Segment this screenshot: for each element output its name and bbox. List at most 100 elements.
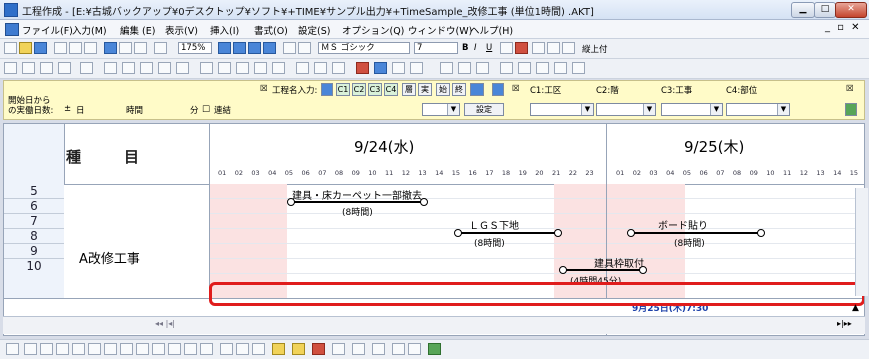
task-start-node[interactable] [559,266,567,274]
font-size-select[interactable]: 7 [414,42,458,54]
group-icon[interactable] [476,62,489,74]
chart-icon[interactable] [119,42,132,54]
right-arrow-icon[interactable] [168,343,181,355]
vertical-text-label[interactable]: 縦上付 [582,43,608,55]
scroll-left-icon[interactable]: ◂◂ |◂| [155,319,175,328]
cut-icon[interactable] [104,62,117,74]
row-number[interactable]: 7 [4,214,64,229]
row-number[interactable]: 10 [4,259,64,299]
frame-icon[interactable] [428,343,441,355]
camera-icon[interactable] [154,42,167,54]
zoom-out-icon[interactable] [248,42,261,54]
text-box-icon[interactable] [298,42,311,54]
shadow-icon[interactable] [392,343,405,355]
line-type-icon[interactable] [296,62,309,74]
menu-settings[interactable]: 設定(S) [298,23,330,37]
image-icon[interactable] [220,343,233,355]
layout-2-icon[interactable] [518,62,531,74]
start-button[interactable]: 始 [436,83,450,96]
task-label[interactable]: ボード貼り [658,217,708,232]
bold-button[interactable]: B [462,43,468,53]
fill-icon[interactable] [292,343,305,355]
settings-button[interactable]: 設定 [464,103,504,116]
text-color-icon-2[interactable] [312,343,325,355]
calc-grid-icon[interactable] [492,83,504,96]
open-folder-icon[interactable] [19,42,32,54]
task-label[interactable]: ＬＧＳ下地 [469,217,519,232]
paste-icon[interactable] [122,62,135,74]
task-end-node[interactable] [420,198,428,206]
task-start-node[interactable] [454,229,462,237]
pen-icon[interactable] [272,343,285,355]
select-icon[interactable] [6,343,19,355]
task-bar[interactable] [459,232,559,234]
document-icon[interactable] [5,23,19,36]
dash-style-icon[interactable] [352,343,365,355]
diagonal-line-icon[interactable] [236,62,249,74]
arrow-icon[interactable] [40,343,53,355]
task-end-node[interactable] [757,229,765,237]
apply-icon[interactable] [845,103,857,116]
select-arrow-icon[interactable] [4,62,17,74]
layout-5-icon[interactable] [572,62,585,74]
align-center-icon[interactable] [547,42,560,54]
task-end-node[interactable] [554,229,562,237]
zoom-reset-icon[interactable] [263,42,276,54]
line-icon[interactable] [24,343,37,355]
menu-window[interactable]: ウィンドウ(W) [408,23,472,37]
menu-edit[interactable]: 編集 (E) [120,23,155,37]
task-end-node[interactable] [639,266,647,274]
menu-view[interactable]: 表示(V) [165,23,198,37]
horizontal-scrollbar[interactable]: ◂◂ |◂| ▸|▸▸ ▲ [3,303,865,334]
redo-icon[interactable] [176,62,189,74]
circle-icon[interactable] [56,343,69,355]
align-left-icon[interactable] [532,42,545,54]
layer-button[interactable]: 層 [402,83,416,96]
oval-icon[interactable] [152,343,165,355]
rectangle-icon[interactable] [104,343,117,355]
align-grid-icon[interactable] [440,62,453,74]
layout-3-icon[interactable] [536,62,549,74]
close-panel-icon[interactable]: ☒ [846,84,854,94]
end-button[interactable]: 終 [452,83,466,96]
task-start-node[interactable] [287,198,295,206]
font-color-icon[interactable] [283,42,296,54]
c4-button[interactable]: C4 [384,83,398,96]
task-label[interactable]: 建具・床カーペット一部撤去 [292,187,422,202]
c4-select[interactable]: ▼ [726,103,790,116]
day-stepper[interactable]: ± [64,104,71,114]
scroll-up-icon[interactable]: ▲ [852,303,859,313]
fill-color-icon[interactable] [500,42,513,54]
maximize-button[interactable]: □ [814,2,836,18]
new-file-icon[interactable] [4,42,17,54]
underline-button[interactable]: U [486,43,492,53]
red-line-icon[interactable] [356,62,369,74]
symbol-icon[interactable] [252,343,265,355]
group-name-cell[interactable]: A改修工事 [64,184,210,298]
arc-icon[interactable] [72,343,85,355]
3d-icon[interactable] [408,343,421,355]
link-tool-icon[interactable] [40,62,53,74]
delete-icon[interactable] [140,62,153,74]
actual-button[interactable]: 実 [418,83,432,96]
polyline-icon[interactable] [218,62,231,74]
blue-line-icon[interactable] [374,62,387,74]
layout-1-icon[interactable] [500,62,513,74]
task-bar[interactable] [292,201,424,203]
undo-icon[interactable] [158,62,171,74]
bracket-icon[interactable] [200,62,213,74]
zoom-fit-icon[interactable] [218,42,231,54]
mdi-window-controls[interactable]: _ ▫ ✕ [825,22,862,33]
print-icon[interactable] [84,42,97,54]
c1-select[interactable]: ▼ [530,103,594,116]
diamond-icon[interactable] [136,343,149,355]
font-size-up-icon[interactable] [410,62,423,74]
c3-select[interactable]: ▼ [661,103,723,116]
c2-button[interactable]: C2 [352,83,366,96]
layout-4-icon[interactable] [554,62,567,74]
scroll-right-icon[interactable]: ▸|▸▸ [837,319,852,328]
font-select[interactable]: ＭＳ ゴシック [318,42,410,54]
save-icon[interactable] [34,42,47,54]
text-color-icon[interactable] [515,42,528,54]
menu-file[interactable]: ファイル(F) [22,23,73,37]
